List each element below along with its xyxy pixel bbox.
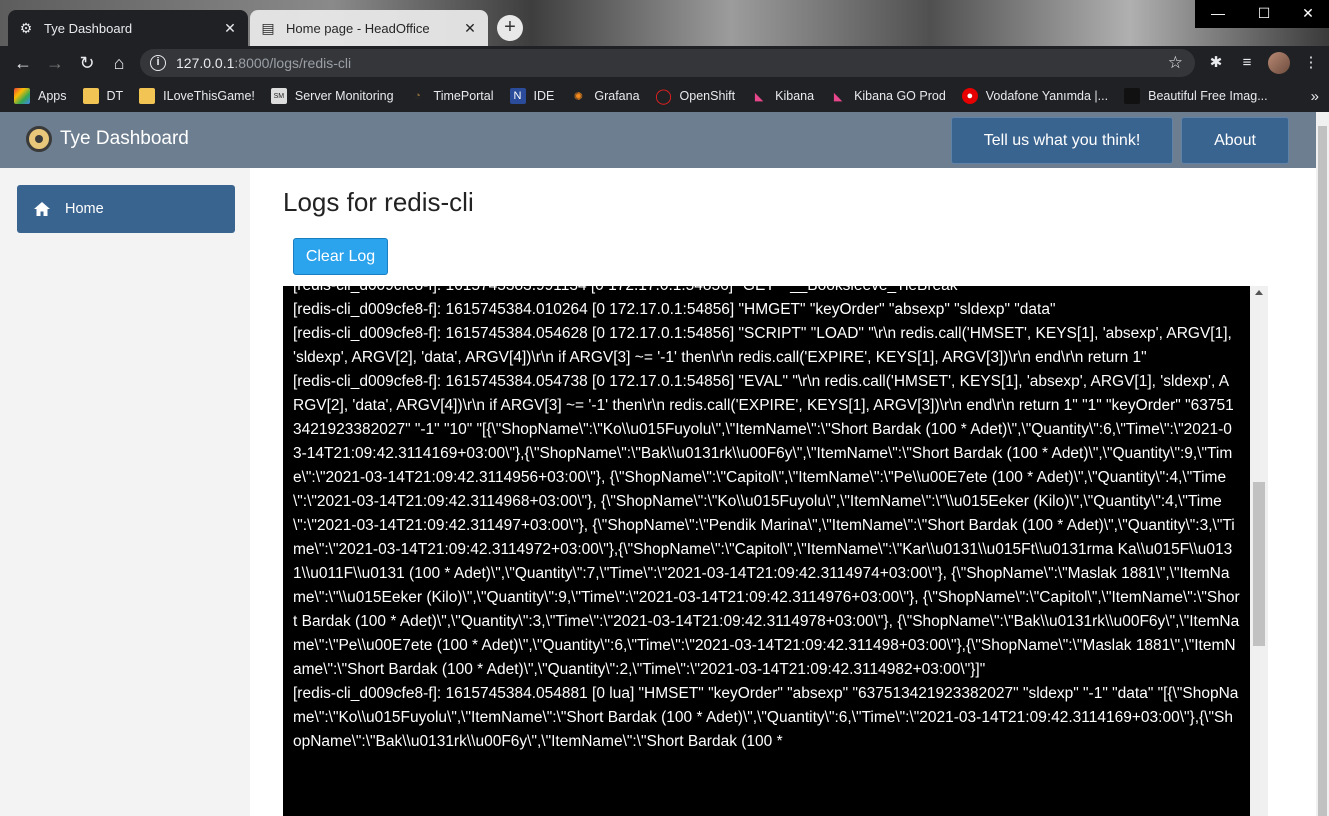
openshift-icon: ◯ bbox=[655, 88, 672, 105]
tab-title: Tye Dashboard bbox=[44, 20, 133, 36]
bookmark-label: OpenShift bbox=[679, 89, 736, 103]
bookmark-label: Grafana bbox=[594, 89, 640, 103]
home-icon[interactable]: ⌂ bbox=[106, 50, 132, 76]
forward-icon[interactable]: → bbox=[42, 50, 68, 76]
sidebar: Home bbox=[0, 168, 250, 816]
tab-tye-dashboard[interactable]: ⚙ Tye Dashboard ✕ bbox=[8, 10, 248, 46]
address-host: 127.0.0.1 bbox=[176, 55, 235, 71]
bookmark-timeportal[interactable]: ◔ TimePortal bbox=[410, 88, 494, 104]
page-icon: ▤ bbox=[261, 19, 275, 36]
page-title: Logs for redis-cli bbox=[283, 187, 474, 217]
ide-icon: N bbox=[509, 88, 526, 104]
kibana-icon: ◣ bbox=[754, 90, 764, 103]
log-output[interactable]: [redis-cli_d009cfe8-f]: 1615745383.99113… bbox=[283, 286, 1250, 816]
bookmarks-bar: Apps DT ILoveThisGame! SM Server Monitori… bbox=[0, 80, 1329, 112]
log-line: [redis-cli_d009cfe8-f]: 1615745384.05462… bbox=[293, 325, 1232, 366]
time-icon: ◔ bbox=[414, 90, 421, 102]
bookmark-label: IDE bbox=[533, 89, 555, 103]
tye-logo-icon bbox=[26, 126, 52, 152]
bookmark-beautiful-free-images[interactable]: Beautiful Free Imag... bbox=[1124, 88, 1268, 104]
media-icon[interactable]: ≡ bbox=[1236, 52, 1258, 74]
brand[interactable]: Tye Dashboard bbox=[26, 126, 189, 152]
home-icon bbox=[34, 202, 50, 216]
scroll-up-icon[interactable] bbox=[1255, 290, 1263, 295]
page-scroll-thumb[interactable] bbox=[1318, 126, 1327, 816]
close-icon[interactable]: ✕ bbox=[222, 20, 238, 37]
bookmark-server-monitoring[interactable]: SM Server Monitoring bbox=[270, 88, 394, 104]
bookmark-grafana[interactable]: ✺ Grafana bbox=[570, 88, 640, 104]
bookmark-dt[interactable]: DT bbox=[82, 88, 124, 104]
bookmark-kibana-go-prod[interactable]: ◣ Kibana GO Prod bbox=[830, 88, 946, 104]
log-scrollbar[interactable] bbox=[1250, 286, 1268, 816]
page-scrollbar[interactable] bbox=[1316, 112, 1329, 816]
kibana-icon: ◣ bbox=[833, 90, 843, 103]
sidebar-item-home[interactable]: Home bbox=[17, 185, 235, 233]
reload-icon[interactable]: ↻ bbox=[74, 50, 100, 76]
log-line: [redis-cli_d009cfe8-f]: 1615745383.99113… bbox=[293, 286, 1240, 298]
bookmark-ilovethisgame[interactable]: ILoveThisGame! bbox=[139, 88, 255, 104]
menu-icon[interactable]: ⋮ bbox=[1300, 52, 1322, 74]
scroll-thumb[interactable] bbox=[1253, 482, 1265, 646]
log-line: [redis-cli_d009cfe8-f]: 1615745384.01026… bbox=[293, 301, 1056, 318]
folder-icon bbox=[82, 88, 99, 104]
bookmark-vodafone[interactable]: ● Vodafone Yanımda |... bbox=[961, 88, 1109, 104]
tab-title: Home page - HeadOffice bbox=[286, 20, 430, 36]
address-bar[interactable]: i 127.0.0.1:8000/logs/redis-cli ☆ bbox=[140, 49, 1195, 77]
log-content: [redis-cli_d009cfe8-f]: 1615745383.99113… bbox=[293, 286, 1240, 754]
bookmark-label: Kibana bbox=[775, 89, 815, 103]
brand-title: Tye Dashboard bbox=[60, 128, 189, 149]
close-icon[interactable]: ✕ bbox=[462, 20, 478, 37]
browser-toolbar: ← → ↻ ⌂ i 127.0.0.1:8000/logs/redis-cli … bbox=[0, 46, 1329, 80]
clear-log-button[interactable]: Clear Log bbox=[293, 238, 388, 275]
window-close-icon[interactable]: ✕ bbox=[1287, 0, 1329, 28]
back-icon[interactable]: ← bbox=[10, 50, 36, 76]
bookmark-ide[interactable]: N IDE bbox=[509, 88, 555, 104]
tye-logo-icon: ⚙ bbox=[19, 19, 33, 36]
app-header: Tye Dashboard Tell us what you think! Ab… bbox=[0, 112, 1316, 168]
browser-titlebar: ⚙ Tye Dashboard ✕ ▤ Home page - HeadOffi… bbox=[0, 0, 1329, 46]
sidebar-item-label: Home bbox=[65, 201, 104, 217]
extensions-icon[interactable]: ✱ bbox=[1205, 52, 1227, 74]
feedback-button[interactable]: Tell us what you think! bbox=[951, 117, 1173, 164]
bookmark-label: Server Monitoring bbox=[294, 89, 394, 103]
log-line: [redis-cli_d009cfe8-f]: 1615745384.05488… bbox=[293, 685, 1239, 750]
bookmark-label: Kibana GO Prod bbox=[854, 89, 946, 103]
bookmark-openshift[interactable]: ◯ OpenShift bbox=[655, 88, 736, 105]
main-content: Logs for redis-cli Clear Log [redis-cli_… bbox=[250, 168, 1316, 816]
log-line: [redis-cli_d009cfe8-f]: 1615745384.05473… bbox=[293, 373, 1240, 678]
server-icon: SM bbox=[270, 88, 287, 104]
vodafone-icon: ● bbox=[961, 88, 978, 104]
grafana-icon: ✺ bbox=[573, 90, 583, 103]
bookmark-label: TimePortal bbox=[433, 89, 494, 103]
info-icon[interactable]: i bbox=[150, 55, 166, 71]
profile-avatar[interactable] bbox=[1268, 52, 1290, 74]
about-button[interactable]: About bbox=[1181, 117, 1289, 164]
bookmark-apps[interactable]: Apps bbox=[14, 88, 67, 104]
folder-icon bbox=[139, 88, 156, 104]
image-icon bbox=[1124, 88, 1141, 104]
apps-grid-icon bbox=[14, 88, 30, 104]
bookmark-label: Vodafone Yanımda |... bbox=[985, 89, 1109, 103]
maximize-icon[interactable]: ☐ bbox=[1241, 0, 1287, 28]
bookmark-label: ILoveThisGame! bbox=[163, 89, 255, 103]
tab-home-page[interactable]: ▤ Home page - HeadOffice ✕ bbox=[250, 10, 488, 46]
bookmark-label: Apps bbox=[38, 89, 67, 103]
new-tab-button[interactable]: + bbox=[497, 15, 523, 41]
bookmark-star-icon[interactable]: ☆ bbox=[1168, 49, 1183, 77]
bookmark-label: DT bbox=[106, 89, 124, 103]
bookmarks-overflow-icon[interactable]: » bbox=[1311, 88, 1319, 105]
address-path: :8000/logs/redis-cli bbox=[234, 55, 352, 71]
bookmark-label: Beautiful Free Imag... bbox=[1148, 89, 1268, 103]
minimize-icon[interactable]: — bbox=[1195, 0, 1241, 28]
bookmark-kibana[interactable]: ◣ Kibana bbox=[751, 88, 814, 104]
